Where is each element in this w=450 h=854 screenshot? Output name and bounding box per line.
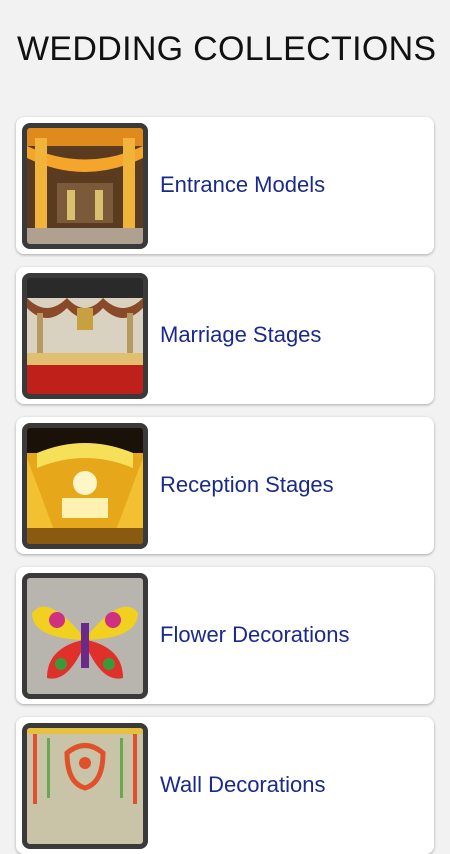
page-title: WEDDING COLLECTIONS <box>17 30 437 68</box>
app-header: WEDDING COLLECTIONS <box>0 0 450 104</box>
collection-item-wall-decorations[interactable]: Wall Decorations <box>16 717 434 854</box>
marriage-stages-image <box>27 278 143 394</box>
collections-list: Entrance Models Marriage Stages Receptio… <box>0 0 450 854</box>
collection-item-marriage-stages[interactable]: Marriage Stages <box>16 267 434 404</box>
marriage-stages-thumbnail <box>22 273 148 399</box>
entrance-models-thumbnail <box>22 123 148 249</box>
collection-item-flower-decorations[interactable]: Flower Decorations <box>16 567 434 704</box>
reception-stages-image <box>27 428 143 544</box>
collection-label: Entrance Models <box>160 172 326 197</box>
collection-label: Reception Stages <box>160 472 334 497</box>
wall-decorations-image <box>27 728 143 844</box>
flower-decorations-image <box>27 578 143 694</box>
entrance-models-image <box>27 128 143 244</box>
reception-stages-thumbnail <box>22 423 148 549</box>
collection-label: Flower Decorations <box>160 622 350 647</box>
collection-item-reception-stages[interactable]: Reception Stages <box>16 417 434 554</box>
wall-decorations-thumbnail <box>22 723 148 849</box>
flower-decorations-thumbnail <box>22 573 148 699</box>
collection-label: Marriage Stages <box>160 322 322 347</box>
collection-item-entrance-models[interactable]: Entrance Models <box>16 117 434 254</box>
collection-label: Wall Decorations <box>160 772 326 797</box>
